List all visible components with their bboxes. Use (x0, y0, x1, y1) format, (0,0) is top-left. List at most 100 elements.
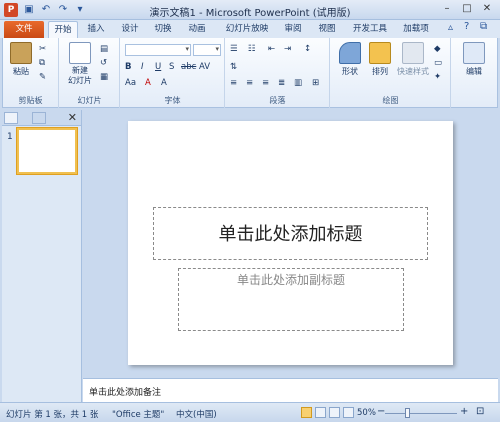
group-drawing: 形状 排列 快速样式 ◆ ▭ ✦ 绘图 (331, 38, 451, 108)
slide-editor: 单击此处添加标题 单击此处添加副标题 (83, 110, 498, 376)
slides-pane: ✕ 1 (2, 110, 82, 402)
align-left-icon[interactable]: ≡ (230, 78, 237, 89)
change-case-button[interactable]: Aa (125, 78, 136, 89)
zoom-in-icon[interactable]: + (460, 406, 468, 417)
minimize-icon[interactable]: – (438, 2, 456, 16)
tab-transitions[interactable]: 切换 (150, 21, 176, 38)
shapes-button[interactable]: 形状 (337, 42, 363, 77)
align-right-icon[interactable]: ≡ (262, 78, 269, 89)
layout-icon[interactable]: ▤ (100, 44, 108, 55)
slide-canvas[interactable]: 单击此处添加标题 单击此处添加副标题 (128, 121, 453, 365)
new-slide-button[interactable]: 新建 幻灯片 (63, 42, 97, 86)
outline-tab[interactable] (32, 112, 46, 124)
maximize-icon[interactable]: □ (458, 2, 476, 16)
group-paragraph: ☰ ☷ ⇤ ⇥ ↕ ⇅ ≡ ≡ ≡ ≣ ▥ ⊞ 段落 (226, 38, 330, 108)
tab-insert[interactable]: 插入 (83, 21, 109, 38)
tab-addins[interactable]: 加载项 (399, 21, 433, 38)
char-spacing-button[interactable]: AV (199, 62, 210, 73)
close-icon[interactable]: ✕ (478, 2, 496, 16)
window-restore-icon[interactable]: ⧉ (480, 21, 487, 32)
copy-icon[interactable]: ⧉ (39, 58, 45, 69)
line-spacing-icon[interactable]: ↕ (304, 44, 311, 55)
ribbon-tabs: 文件 开始 插入 设计 切换 动画 幻灯片放映 审阅 视图 开发工具 加载项 ▵… (0, 20, 500, 38)
reset-icon[interactable]: ↺ (100, 58, 107, 69)
window-title: 演示文稿1 - Microsoft PowerPoint (试用版) (149, 8, 351, 19)
group-editing: 编辑 (452, 38, 496, 108)
group-label-slides: 幻灯片 (77, 96, 102, 105)
shape-outline-icon[interactable]: ▭ (434, 58, 442, 69)
group-font: ▾ ▾ B I U S abc AV Aa A A 字体 (121, 38, 225, 108)
group-label-paragraph: 段落 (269, 96, 286, 105)
slide-sorter-button[interactable] (315, 407, 326, 418)
new-slide-icon (69, 42, 91, 64)
arrange-button[interactable]: 排列 (367, 42, 393, 77)
binoculars-icon (463, 42, 485, 64)
justify-icon[interactable]: ≣ (278, 78, 285, 89)
font-color-button[interactable]: A (145, 78, 151, 89)
smartart-icon[interactable]: ⊞ (312, 78, 319, 89)
notes-pane[interactable]: 单击此处添加备注 (83, 378, 498, 402)
bullets-icon[interactable]: ☰ (230, 44, 238, 55)
font-size-select[interactable]: ▾ (193, 44, 221, 56)
language-indicator[interactable]: 中文(中国) (176, 408, 217, 420)
strikethrough-button[interactable]: abc (181, 62, 196, 73)
font-name-select[interactable]: ▾ (125, 44, 191, 56)
group-clipboard: 粘贴 ✂ ⧉ ✎ 剪贴板 (3, 38, 59, 108)
grow-font-button[interactable]: A (161, 78, 167, 89)
align-center-icon[interactable]: ≡ (246, 78, 253, 89)
slides-tab[interactable] (4, 112, 18, 124)
tab-file[interactable]: 文件 (4, 21, 44, 38)
numbering-icon[interactable]: ☷ (248, 44, 256, 55)
decrease-indent-icon[interactable]: ⇤ (268, 44, 275, 55)
slide-number: 1 (7, 132, 13, 142)
slide-thumbnail[interactable] (17, 128, 77, 174)
subtitle-placeholder[interactable]: 单击此处添加副标题 (178, 268, 404, 331)
quick-styles-icon (402, 42, 424, 64)
ribbon: 粘贴 ✂ ⧉ ✎ 剪贴板 新建 幻灯片 ▤ ↺ ▦ 幻灯片 ▾ ▾ B I U … (2, 38, 498, 108)
format-painter-icon[interactable]: ✎ (39, 72, 46, 83)
quick-styles-button[interactable]: 快速样式 (395, 42, 431, 77)
minimize-ribbon-icon[interactable]: ▵ (448, 22, 453, 33)
paste-button[interactable]: 粘贴 (7, 42, 35, 77)
text-direction-icon[interactable]: ⇅ (230, 62, 237, 73)
columns-icon[interactable]: ▥ (294, 78, 302, 89)
tab-design[interactable]: 设计 (117, 21, 143, 38)
tab-home[interactable]: 开始 (48, 21, 78, 38)
shape-fill-icon[interactable]: ◆ (434, 44, 441, 55)
normal-view-button[interactable] (301, 407, 312, 418)
zoom-slider-handle[interactable] (405, 408, 410, 418)
underline-button[interactable]: U (155, 62, 161, 73)
increase-indent-icon[interactable]: ⇥ (284, 44, 291, 55)
close-pane-icon[interactable]: ✕ (68, 111, 77, 124)
theme-name[interactable]: "Office 主题" (112, 408, 164, 420)
cut-icon[interactable]: ✂ (39, 44, 46, 55)
title-placeholder[interactable]: 单击此处添加标题 (153, 207, 428, 260)
arrange-icon (369, 42, 391, 64)
tab-review[interactable]: 审阅 (280, 21, 306, 38)
tab-developer[interactable]: 开发工具 (350, 21, 390, 38)
tab-slideshow[interactable]: 幻灯片放映 (222, 21, 272, 38)
fit-to-window-icon[interactable]: ⊡ (476, 406, 484, 417)
zoom-slider[interactable] (385, 413, 457, 414)
group-label-drawing: 绘图 (382, 96, 399, 105)
shadow-button[interactable]: S (169, 62, 174, 73)
reading-view-button[interactable] (329, 407, 340, 418)
bold-button[interactable]: B (125, 62, 131, 73)
window-controls: – □ ✕ (438, 2, 496, 16)
zoom-level[interactable]: 50% (357, 408, 376, 418)
slideshow-button[interactable] (343, 407, 354, 418)
help-icon[interactable]: ? (464, 21, 469, 32)
tab-view[interactable]: 视图 (314, 21, 340, 38)
title-bar: P ▣ ↶ ↷ ▾ 演示文稿1 - Microsoft PowerPoint (… (0, 0, 500, 20)
status-bar: 幻灯片 第 1 张，共 1 张 "Office 主题" 中文(中国) 50% −… (0, 402, 500, 422)
shape-effects-icon[interactable]: ✦ (434, 72, 441, 83)
tab-animations[interactable]: 动画 (184, 21, 210, 38)
zoom-out-icon[interactable]: − (377, 406, 385, 417)
section-icon[interactable]: ▦ (100, 72, 108, 83)
slide-info: 幻灯片 第 1 张，共 1 张 (6, 410, 99, 420)
editing-button[interactable]: 编辑 (460, 42, 488, 77)
italic-button[interactable]: I (141, 62, 144, 73)
clipboard-icon (10, 42, 32, 64)
pane-tabs: ✕ (2, 110, 81, 126)
shapes-icon (339, 42, 361, 64)
